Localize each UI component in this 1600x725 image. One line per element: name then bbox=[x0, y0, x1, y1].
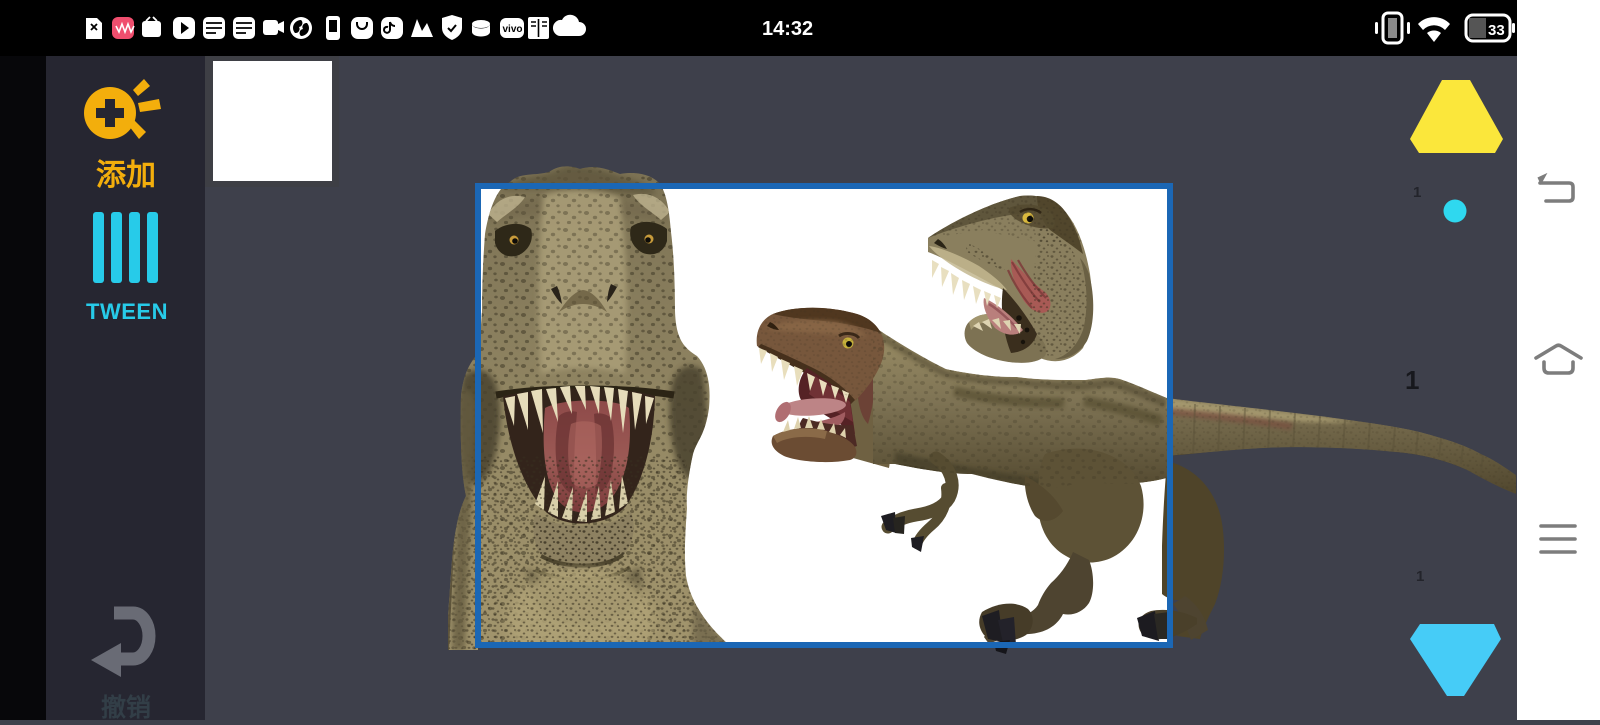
svg-text:vivo: vivo bbox=[503, 24, 523, 35]
svg-text:1: 1 bbox=[1416, 568, 1424, 585]
svg-text:添加: 添加 bbox=[96, 159, 156, 192]
svg-text:1: 1 bbox=[1413, 184, 1421, 201]
svg-text:33: 33 bbox=[1488, 22, 1505, 39]
svg-text:TWEEN: TWEEN bbox=[86, 299, 168, 324]
svg-text:14:32: 14:32 bbox=[762, 18, 813, 40]
svg-text:撤销: 撤销 bbox=[101, 693, 151, 720]
svg-text:1: 1 bbox=[1405, 365, 1419, 395]
